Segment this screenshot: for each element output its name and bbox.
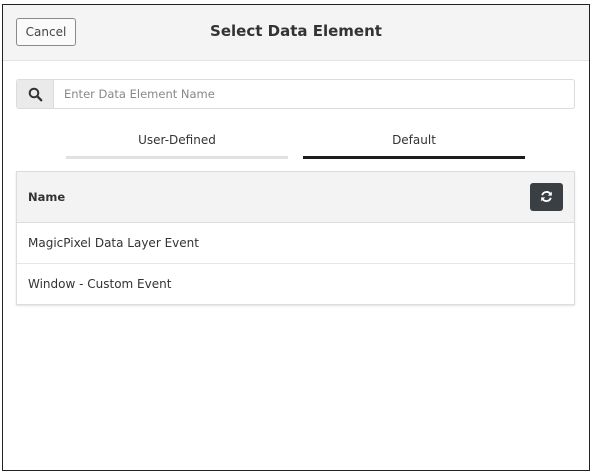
data-element-table: Name MagicPixel Data Layer Event Window …: [16, 171, 575, 305]
search-icon: [17, 80, 54, 108]
select-data-element-dialog: Select Data Element Cancel User-Defined …: [2, 4, 590, 471]
tab-user-defined[interactable]: User-Defined: [66, 129, 288, 159]
refresh-button[interactable]: [530, 183, 563, 211]
search-input[interactable]: [55, 80, 574, 108]
refresh-icon: [541, 191, 552, 202]
table-row[interactable]: MagicPixel Data Layer Event: [17, 223, 574, 264]
dialog-header: Select Data Element Cancel: [3, 5, 589, 61]
column-header-name: Name: [28, 190, 66, 204]
table-row[interactable]: Window - Custom Event: [17, 264, 574, 305]
table-header: Name: [17, 172, 574, 223]
tab-default[interactable]: Default: [303, 129, 525, 159]
search-bar: [16, 79, 575, 109]
dialog-title: Select Data Element: [210, 22, 382, 40]
cancel-button[interactable]: Cancel: [16, 18, 76, 46]
